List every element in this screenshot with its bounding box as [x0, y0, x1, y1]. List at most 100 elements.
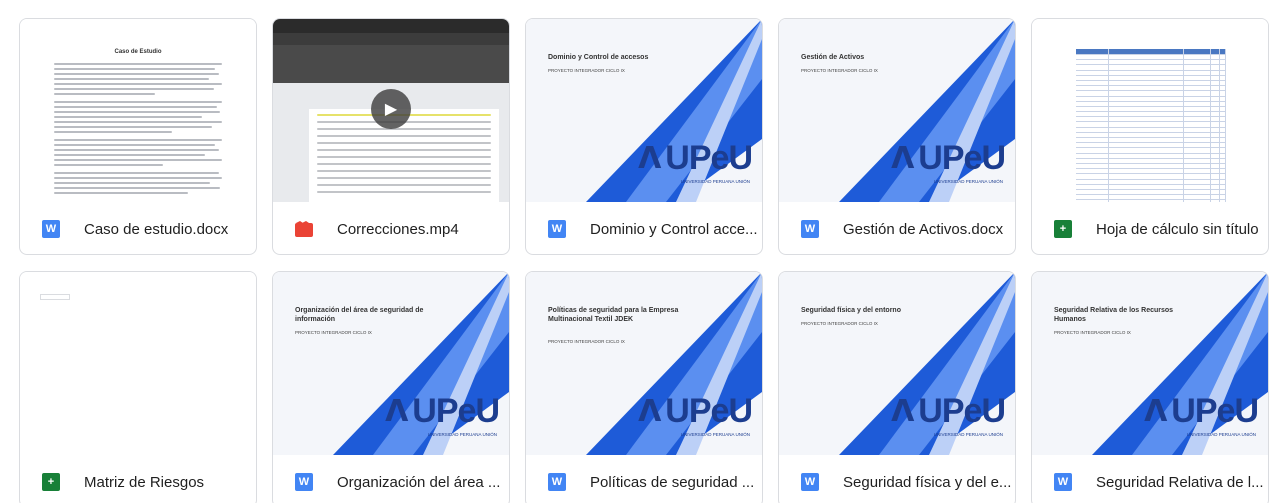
sheet-cell — [1184, 122, 1211, 127]
text-line — [54, 154, 206, 156]
sheet-cell — [1211, 195, 1220, 200]
sheet-cell — [1076, 55, 1109, 60]
sheet-cell — [1076, 148, 1109, 153]
file-name[interactable]: Organización del área ... — [337, 474, 509, 491]
sheet-cell — [1211, 86, 1220, 91]
text-line — [54, 187, 221, 189]
word-icon: W — [548, 473, 566, 491]
sheet-cell — [1211, 138, 1220, 143]
file-footer[interactable]: W Organización del área ... — [273, 455, 509, 503]
file-thumbnail[interactable]: Organización del área de seguridad de in… — [273, 272, 509, 455]
file-card[interactable]: Caso de Estudio W Caso de estudio.docx — [19, 18, 257, 255]
file-card[interactable]: Gestión de Activos PROYECTO INTEGRADOR CI… — [778, 18, 1016, 255]
word-icon: W — [801, 473, 819, 491]
sheet-cell — [1076, 163, 1109, 169]
slide-subtitle: PROYECTO INTEGRADOR CICLO IX — [1054, 330, 1131, 335]
sheet-cell — [1184, 158, 1211, 163]
sheet-cell — [1220, 179, 1226, 184]
slide-preview: Organización del área de seguridad de in… — [273, 272, 509, 455]
file-footer[interactable]: W Seguridad física y del e... — [779, 455, 1015, 503]
file-name[interactable]: Caso de estudio.docx — [84, 221, 256, 238]
file-thumbnail[interactable]: Gestión de Activos PROYECTO INTEGRADOR CI… — [779, 19, 1015, 202]
text-line — [54, 116, 202, 118]
file-card[interactable]: Políticas de seguridad para la Empresa M… — [525, 271, 763, 503]
sheet-cell — [1220, 153, 1226, 158]
file-footer[interactable]: W Caso de estudio.docx — [20, 202, 256, 254]
logo-text: UPeU — [665, 392, 753, 430]
file-thumbnail[interactable] — [1032, 19, 1268, 202]
sheet-cell — [1211, 106, 1220, 112]
file-name[interactable]: Políticas de seguridad ... — [590, 474, 762, 491]
text-line — [54, 177, 222, 179]
file-footer[interactable]: Correcciones.mp4 — [273, 202, 509, 254]
file-footer[interactable]: W Gestión de Activos.docx — [779, 202, 1015, 254]
slide-title: Dominio y Control de accesos — [548, 54, 649, 61]
sheet-cell — [1220, 184, 1226, 189]
sheet-cell — [1220, 127, 1226, 132]
file-thumbnail[interactable]: ▶ — [273, 19, 509, 202]
file-name[interactable]: Matriz de Riesgos — [84, 474, 256, 491]
sheet-cell — [1184, 148, 1211, 153]
file-thumbnail[interactable]: Políticas de seguridad para la Empresa M… — [526, 272, 762, 455]
sheet-cell — [1109, 112, 1184, 117]
sheet-cell — [1220, 158, 1226, 163]
file-thumbnail[interactable]: Seguridad física y del entorno PROYECTO I… — [779, 272, 1015, 455]
file-footer[interactable]: + Matriz de Riesgos — [20, 455, 256, 503]
slide-title: Políticas de seguridad para la Empresa M… — [548, 307, 679, 323]
file-footer[interactable]: W Políticas de seguridad ... — [526, 455, 762, 503]
file-thumbnail[interactable]: Caso de Estudio — [20, 19, 256, 202]
slide-subtitle: PROYECTO INTEGRADOR CICLO IX — [801, 68, 878, 73]
sheet-cell — [1076, 75, 1109, 80]
file-card[interactable]: + Matriz de Riesgos — [19, 271, 257, 503]
blank-sheet-preview — [40, 294, 70, 300]
file-footer[interactable]: W Seguridad Relativa de l... — [1032, 455, 1268, 503]
sheet-cell — [1109, 127, 1184, 132]
document-title: Caso de Estudio — [114, 49, 162, 55]
file-name[interactable]: Gestión de Activos.docx — [843, 221, 1015, 238]
sheet-cell — [1211, 148, 1220, 153]
text-line — [54, 144, 216, 146]
upeu-logo: Λ UPeU — [385, 392, 500, 431]
sheet-cell — [1184, 75, 1211, 80]
sheet-cell — [1184, 163, 1211, 169]
slide-preview: Políticas de seguridad para la Empresa M… — [526, 272, 762, 455]
word-icon: W — [295, 473, 313, 491]
file-name[interactable]: Dominio y Control acce... — [590, 221, 762, 238]
file-card[interactable]: + Hoja de cálculo sin título — [1031, 18, 1269, 255]
file-name[interactable]: Seguridad física y del e... — [843, 474, 1015, 491]
slide-title: Gestión de Activos — [801, 54, 865, 61]
sheet-cell — [1076, 158, 1109, 163]
sheet-cell — [1109, 174, 1184, 179]
file-name[interactable]: Correcciones.mp4 — [337, 221, 509, 238]
word-icon: W — [801, 220, 819, 238]
logo-text: UPeU — [1171, 392, 1259, 430]
logo-subtitle: UNIVERSIDAD PERUANA UNIÓN — [933, 432, 1003, 437]
logo-mark: Λ — [1144, 394, 1168, 429]
sheet-cell — [1076, 174, 1109, 179]
file-thumbnail[interactable] — [20, 272, 256, 455]
sheet-cell — [1184, 65, 1211, 70]
upeu-logo: Λ UPeU — [638, 392, 753, 431]
sheet-cell — [1184, 189, 1211, 195]
play-icon[interactable]: ▶ — [371, 89, 411, 129]
sheet-cell — [1184, 112, 1211, 117]
sheet-cell — [1220, 75, 1226, 80]
sheet-cell — [1220, 163, 1226, 169]
text-line — [54, 63, 222, 65]
sheet-cell — [1184, 127, 1211, 132]
file-footer[interactable]: + Hoja de cálculo sin título — [1032, 202, 1268, 254]
file-footer[interactable]: W Dominio y Control acce... — [526, 202, 762, 254]
file-card[interactable]: Seguridad Relativa de los Recursos Human… — [1031, 271, 1269, 503]
file-card[interactable]: ▶ Correcciones.mp4 — [272, 18, 510, 255]
file-card[interactable]: Dominio y Control de accesos PROYECTO INT… — [525, 18, 763, 255]
file-thumbnail[interactable]: Seguridad Relativa de los Recursos Human… — [1032, 272, 1268, 455]
text-line — [54, 126, 212, 128]
file-name[interactable]: Hoja de cálculo sin título — [1096, 221, 1268, 238]
file-thumbnail[interactable]: Dominio y Control de accesos PROYECTO INT… — [526, 19, 762, 202]
file-card[interactable]: Organización del área de seguridad de in… — [272, 271, 510, 503]
file-card[interactable]: Seguridad física y del entorno PROYECTO I… — [778, 271, 1016, 503]
sheet-cell — [1184, 132, 1211, 137]
sheet-cell — [1220, 80, 1226, 86]
sheet-cell — [1211, 101, 1220, 106]
file-name[interactable]: Seguridad Relativa de l... — [1096, 474, 1268, 491]
